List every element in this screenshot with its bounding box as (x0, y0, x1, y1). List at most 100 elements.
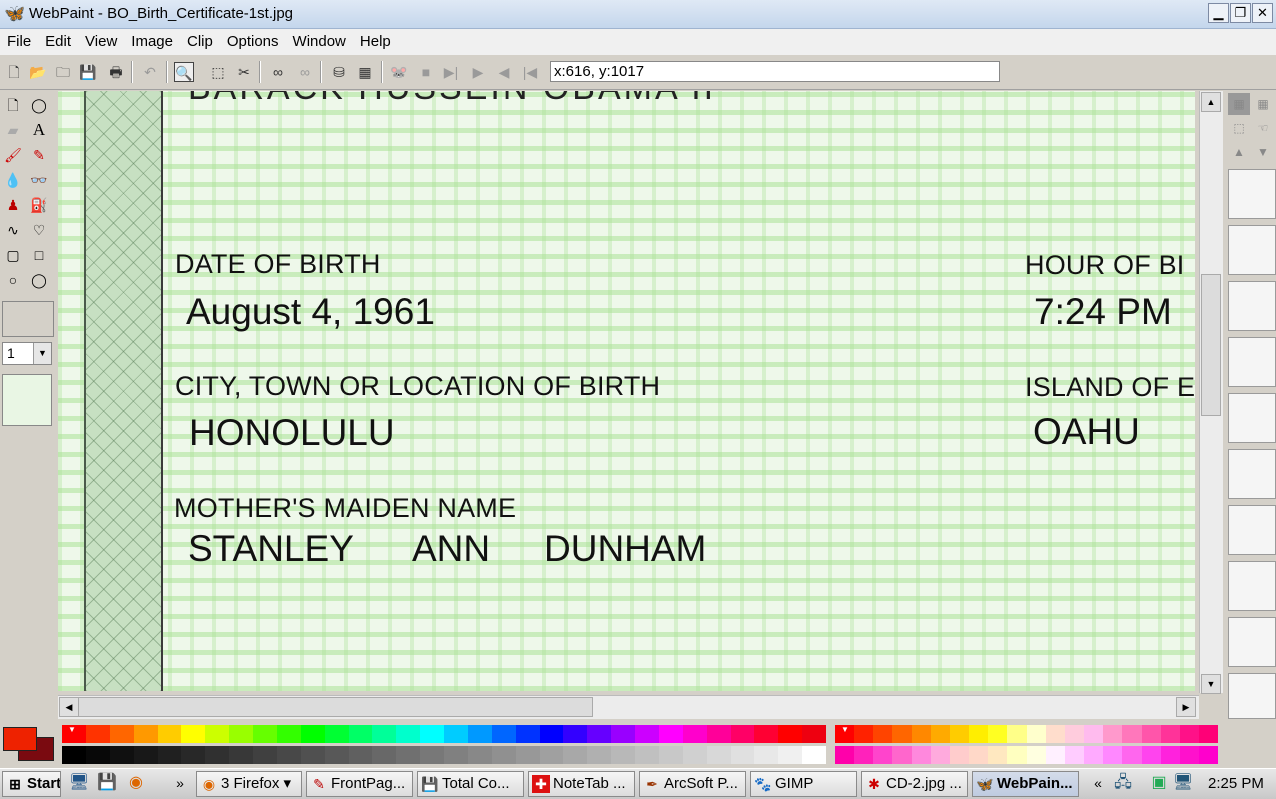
color-swatch[interactable] (1026, 725, 1046, 743)
menu-view[interactable]: View (85, 29, 117, 50)
layer-select-icon[interactable]: ⬚ (1228, 117, 1250, 139)
color-swatch[interactable] (372, 746, 397, 764)
first-icon[interactable]: |◀ (520, 62, 540, 82)
save-icon[interactable]: 💾 (78, 62, 98, 82)
color-swatch[interactable] (444, 746, 468, 764)
color-swatch[interactable] (911, 746, 931, 764)
circle-icon[interactable]: ◯ (28, 269, 50, 291)
color-swatch[interactable] (892, 746, 912, 764)
color-swatch[interactable] (372, 725, 397, 743)
color-swatch[interactable] (85, 746, 110, 764)
color-swatch[interactable] (1084, 746, 1104, 764)
color-swatch[interactable] (873, 746, 893, 764)
picker-icon[interactable]: ✎ (28, 144, 50, 166)
color-swatch[interactable] (205, 746, 230, 764)
color-swatch[interactable] (396, 725, 421, 743)
color-swatch[interactable] (911, 725, 931, 743)
color-swatch[interactable] (1141, 725, 1161, 743)
menu-window[interactable]: Window (293, 29, 346, 50)
color-swatch[interactable] (1064, 725, 1085, 743)
lasso-icon[interactable]: ◯ (28, 94, 50, 116)
taskbar-webpaint[interactable]: 🦋 WebPain... (972, 771, 1079, 797)
undo-icon[interactable]: ↶ (140, 62, 160, 82)
close-button[interactable]: ✕ (1252, 3, 1273, 23)
print-icon[interactable]: 🖶 (106, 62, 126, 82)
layer-hand-icon[interactable]: ☜ (1252, 117, 1274, 139)
color-swatch[interactable] (1198, 746, 1219, 764)
color-swatch[interactable] (420, 746, 444, 764)
horizontal-scroll-thumb[interactable] (78, 697, 593, 717)
color-swatch[interactable] (930, 746, 950, 764)
paste-icon[interactable]: ∞ (295, 62, 315, 82)
color-swatch[interactable] (467, 746, 492, 764)
image-canvas[interactable]: BARACK HUSSEIN OBAMA II DATE OF BIRTH Au… (58, 91, 1195, 691)
color-swatch[interactable] (1045, 746, 1065, 764)
color-swatch[interactable] (324, 725, 349, 743)
color-swatch[interactable] (1122, 725, 1142, 743)
stamp-icon[interactable]: ⛁ (329, 62, 349, 82)
color-swatch[interactable] (1160, 746, 1180, 764)
menu-edit[interactable]: Edit (45, 29, 71, 50)
mickey-icon[interactable]: 🐭 (389, 62, 409, 82)
layer-down-icon[interactable]: ▼ (1252, 141, 1274, 163)
layer-slot[interactable] (1228, 281, 1276, 331)
firefox-icon[interactable]: ◉ (125, 772, 147, 794)
color-swatch[interactable] (835, 746, 855, 764)
menu-help[interactable]: Help (360, 29, 391, 50)
layer-icon[interactable]: ▦ (1228, 93, 1250, 115)
page-icon[interactable]: 🗋 (2, 94, 24, 116)
color-swatch[interactable] (730, 725, 755, 743)
color-swatch[interactable] (157, 746, 182, 764)
color-swatch[interactable] (854, 725, 874, 743)
play-icon[interactable]: ▶ (468, 62, 488, 82)
color-swatch[interactable] (300, 746, 325, 764)
navigator-thumbnail[interactable] (2, 374, 52, 426)
menu-image[interactable]: Image (131, 29, 173, 50)
color-swatch[interactable] (873, 725, 893, 743)
new-icon[interactable]: 🗋 (4, 62, 24, 82)
layer-slot[interactable] (1228, 617, 1276, 667)
color-swatch[interactable] (658, 746, 683, 764)
color-swatch[interactable] (491, 725, 516, 743)
menu-clip[interactable]: Clip (187, 29, 213, 50)
color-swatch[interactable] (1026, 746, 1046, 764)
color-swatch[interactable] (778, 746, 803, 764)
color-swatch[interactable] (276, 725, 301, 743)
color-swatch[interactable] (635, 746, 659, 764)
open-icon[interactable]: 📂 (28, 62, 48, 82)
taskbar-total-commander[interactable]: 💾 Total Co... (417, 771, 524, 797)
next-frame-icon[interactable]: ▶| (441, 62, 461, 82)
open-folder-icon[interactable]: 🗀 (53, 62, 73, 82)
brush-icon[interactable]: 🖌 (2, 144, 24, 166)
network-icon[interactable]: 🖧 (1112, 772, 1134, 794)
vertical-scrollbar[interactable]: ▲ ▼ (1199, 91, 1223, 694)
color-swatch[interactable] (348, 725, 373, 743)
desktop-icon[interactable]: 🖥 (68, 772, 90, 794)
color-swatch[interactable] (988, 725, 1008, 743)
taskbar-firefox-group[interactable]: ◉ 3 Firefox ▾ (196, 771, 302, 797)
layer-slot[interactable] (1228, 225, 1276, 275)
color-swatch[interactable] (1103, 746, 1123, 764)
layer-slot[interactable] (1228, 561, 1276, 611)
layer-slot[interactable] (1228, 449, 1276, 499)
color-swatch[interactable] (515, 725, 540, 743)
checker-icon[interactable]: ▦ (355, 62, 375, 82)
layer-slot[interactable] (1228, 393, 1276, 443)
color-swatch[interactable] (62, 746, 86, 764)
taskbar-notetab[interactable]: ✚ NoteTab ... (528, 771, 635, 797)
color-swatch[interactable] (109, 746, 134, 764)
color-swatch[interactable] (181, 746, 206, 764)
color-swatch[interactable] (1103, 725, 1123, 743)
monitor-icon[interactable]: 🖥 (1172, 772, 1194, 794)
heart-icon[interactable]: ♡ (28, 219, 50, 241)
layer-slot[interactable] (1228, 505, 1276, 555)
glasses-icon[interactable]: 👓 (28, 169, 50, 191)
color-swatch[interactable] (205, 725, 230, 743)
layer-up-icon[interactable]: ▲ (1228, 141, 1250, 163)
scroll-down-button[interactable]: ▼ (1201, 674, 1221, 694)
color-swatch[interactable] (611, 746, 635, 764)
color-swatch[interactable] (133, 746, 158, 764)
color-swatch[interactable] (730, 746, 755, 764)
color-swatch[interactable] (181, 725, 206, 743)
chevron-down-icon[interactable]: ▼ (33, 343, 51, 364)
